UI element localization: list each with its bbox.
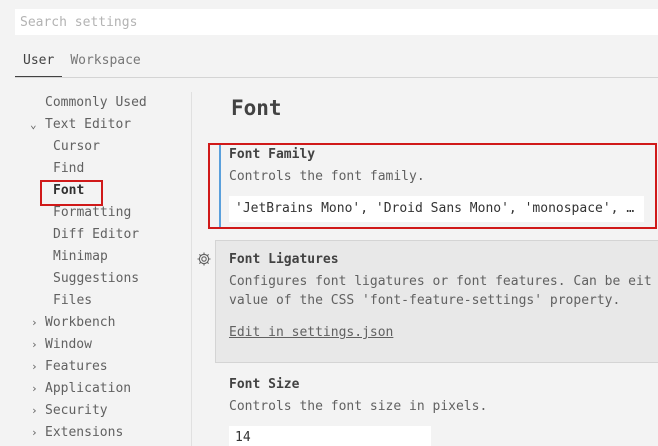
toc-item-label: Features (45, 359, 108, 374)
toc-item-font[interactable]: Font (0, 180, 190, 202)
toc-item-label: Security (45, 403, 108, 418)
tab-user[interactable]: User (15, 48, 63, 77)
chevron-right-icon: › (31, 316, 38, 329)
setting-title: Font Family (229, 147, 316, 162)
setting-title: Font Size (229, 377, 300, 392)
toc-item-minimap[interactable]: Minimap (0, 246, 190, 268)
toc-item-cursor[interactable]: Cursor (0, 136, 190, 158)
toc-item-suggestions[interactable]: Suggestions (0, 268, 190, 290)
gear-icon[interactable] (196, 251, 212, 267)
toc-item-files[interactable]: Files (0, 290, 190, 312)
toc-item-label: Window (45, 337, 92, 352)
toc-item-label: Cursor (53, 139, 100, 154)
chevron-right-icon: › (31, 360, 38, 373)
toc-item-label: Text Editor (45, 117, 132, 132)
tabs-divider (15, 77, 658, 78)
toc-item-label: Commonly Used (45, 95, 147, 110)
toc-item-application[interactable]: › Application (0, 378, 190, 400)
chevron-right-icon: › (31, 382, 38, 395)
toc-item-formatting[interactable]: Formatting (0, 202, 190, 224)
toc-item-label: Formatting (53, 205, 132, 220)
setting-description-line2: value of the CSS 'font-feature-settings'… (229, 293, 621, 308)
search-settings-input[interactable] (15, 9, 658, 35)
toc-item-label: Files (53, 293, 93, 308)
setting-description: Controls the font size in pixels. (229, 399, 488, 414)
toc-item-security[interactable]: › Security (0, 400, 190, 422)
toc-item-label: Suggestions (53, 271, 140, 286)
toc-item-label: Minimap (53, 249, 108, 264)
setting-description: Controls the font family. (229, 169, 425, 184)
setting-description-line1: Configures font ligatures or font featur… (229, 274, 652, 289)
font-family-input[interactable]: 'JetBrains Mono', 'Droid Sans Mono', 'mo… (229, 196, 644, 222)
chevron-down-icon: ⌄ (30, 118, 37, 131)
toc-item-label: Find (53, 161, 85, 176)
toc-item-label: Application (45, 381, 132, 396)
toc-item-text-editor[interactable]: ⌄ Text Editor (0, 114, 190, 136)
setting-title: Font Ligatures (229, 252, 339, 267)
toc-item-label: Extensions (45, 425, 124, 440)
chevron-right-icon: › (31, 404, 38, 417)
edit-in-settings-json-link[interactable]: Edit in settings.json (229, 325, 393, 340)
font-size-input[interactable]: 14 (229, 426, 431, 446)
setting-font-ligatures: Font Ligatures Configures font ligatures… (215, 240, 658, 363)
toc-divider (191, 92, 192, 446)
toc-item-label: Workbench (45, 315, 116, 330)
toc-item-diff-editor[interactable]: Diff Editor (0, 224, 190, 246)
settings-table-of-contents: Commonly Used ⌄ Text Editor Cursor Find F… (0, 92, 190, 444)
section-title: Font (231, 96, 282, 120)
toc-item-workbench[interactable]: › Workbench (0, 312, 190, 334)
setting-font-family: Font Family Controls the font family. 'J… (219, 145, 658, 227)
chevron-right-icon: › (31, 426, 38, 439)
toc-item-label: Font (53, 183, 85, 198)
chevron-right-icon: › (31, 338, 38, 351)
toc-item-commonly-used[interactable]: Commonly Used (0, 92, 190, 114)
toc-item-label: Diff Editor (53, 227, 140, 242)
tab-workspace[interactable]: Workspace (62, 48, 148, 76)
settings-scope-tabs: User Workspace (15, 48, 149, 77)
toc-item-extensions[interactable]: › Extensions (0, 422, 190, 444)
setting-font-size: Font Size Controls the font size in pixe… (221, 375, 658, 446)
toc-item-window[interactable]: › Window (0, 334, 190, 356)
toc-item-features[interactable]: › Features (0, 356, 190, 378)
toc-item-find[interactable]: Find (0, 158, 190, 180)
